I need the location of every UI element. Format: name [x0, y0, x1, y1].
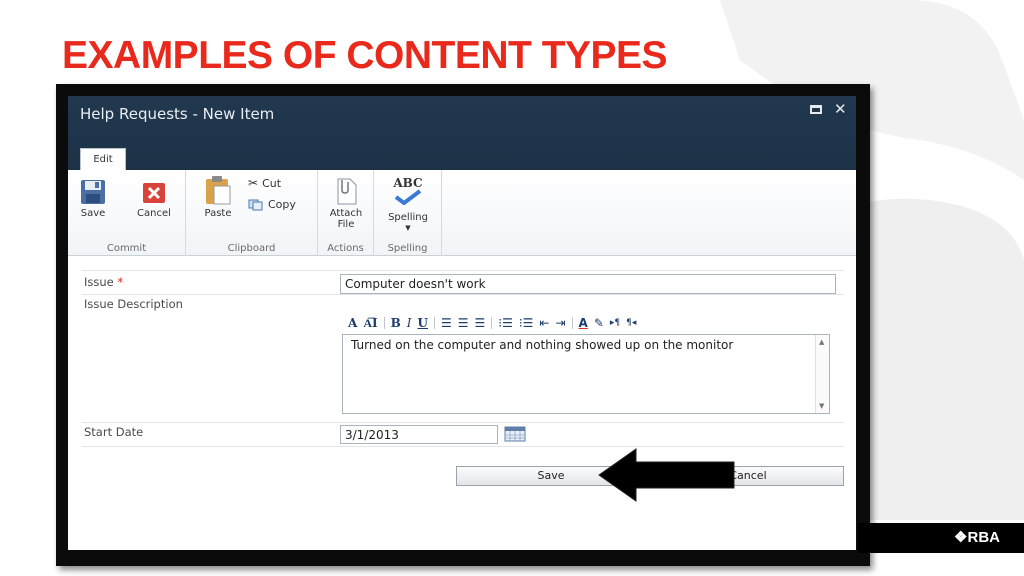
ribbon-paste-label: Paste: [204, 208, 232, 219]
issue-description-text: Turned on the computer and nothing showe…: [351, 338, 734, 352]
ltr-icon[interactable]: ▸¶: [610, 318, 620, 328]
issue-description-label: Issue Description: [84, 297, 183, 311]
italic-icon[interactable]: I: [407, 316, 412, 330]
toolbar-separator: [433, 317, 435, 329]
font-color-icon[interactable]: A: [579, 316, 588, 330]
form-divider: [82, 422, 844, 423]
spelling-icon-text: ABC: [393, 176, 423, 190]
group-label-actions: Actions: [327, 243, 364, 254]
save-icon: [81, 180, 105, 204]
start-date-label: Start Date: [84, 425, 144, 439]
ribbon-copy-label: Copy: [268, 198, 296, 211]
group-label-commit: Commit: [106, 243, 147, 254]
align-right-icon[interactable]: ☰: [475, 316, 486, 330]
align-center-icon[interactable]: ☰: [458, 316, 469, 330]
calendar-icon[interactable]: [504, 426, 526, 442]
align-left-icon[interactable]: ☰: [441, 316, 452, 330]
font-icon[interactable]: A: [348, 316, 357, 330]
ribbon-attach-label-2: File: [337, 219, 355, 230]
rba-logo: ❖RBA: [858, 523, 1024, 553]
ribbon-cut-label: Cut: [262, 176, 282, 190]
ribbon-spelling-button[interactable]: ABC Spelling ▼: [386, 176, 430, 234]
arrow-pointer: [598, 448, 735, 502]
form-divider: [82, 270, 844, 271]
close-icon[interactable]: ✕: [834, 100, 847, 118]
toolbar-separator: [383, 317, 385, 329]
issue-label-text: Issue: [84, 275, 114, 289]
issue-description-editor[interactable]: Turned on the computer and nothing showe…: [342, 334, 830, 414]
toolbar-separator: [571, 317, 573, 329]
ribbon-cut-button[interactable]: ✂ Cut: [248, 176, 281, 190]
ribbon-group-commit: Save Cancel Commit: [68, 170, 186, 256]
dialog-titlebar: Help Requests - New Item ✕ Edit: [68, 96, 856, 170]
bold-icon[interactable]: B: [391, 316, 401, 330]
group-label-spelling: Spelling: [387, 243, 428, 254]
ribbon-copy-button[interactable]: Copy: [248, 198, 296, 211]
numbered-list-icon[interactable]: ⁝☰: [498, 316, 513, 330]
maximize-icon[interactable]: [810, 105, 822, 114]
ribbon-attach-label-1: Attach: [329, 208, 363, 219]
group-label-clipboard: Clipboard: [227, 243, 276, 254]
cut-icon: ✂: [248, 176, 259, 190]
scroll-down-icon[interactable]: ▼: [819, 402, 824, 410]
slide-title: EXAMPLES OF CONTENT TYPES: [62, 34, 668, 77]
tab-edit[interactable]: Edit: [80, 148, 126, 170]
scroll-up-icon[interactable]: ▲: [819, 338, 824, 346]
required-mark: *: [117, 275, 124, 289]
attach-file-icon: [337, 178, 357, 205]
issue-label: Issue *: [84, 275, 123, 289]
form-divider: [82, 294, 844, 295]
decrease-indent-icon[interactable]: ⇤: [539, 316, 549, 330]
chevron-down-icon: ▼: [405, 224, 411, 232]
copy-icon: [248, 199, 263, 210]
ribbon-cancel-button[interactable]: Cancel: [134, 178, 174, 219]
highlight-icon[interactable]: ✎: [594, 316, 604, 330]
ribbon-save-label: Save: [80, 208, 106, 219]
increase-indent-icon[interactable]: ⇥: [555, 316, 565, 330]
start-date-input[interactable]: 3/1/2013: [340, 425, 498, 444]
ribbon-cancel-label: Cancel: [137, 208, 171, 219]
spelling-icon: ABC: [386, 176, 430, 208]
ribbon-spelling-label: Spelling: [388, 212, 428, 223]
ribbon-save-button[interactable]: Save: [78, 178, 108, 219]
editor-scrollbar[interactable]: ▲ ▼: [815, 335, 829, 413]
issue-input[interactable]: Computer doesn't work: [340, 274, 836, 294]
ribbon-group-clipboard: Paste ✂ Cut Copy Clipboard: [186, 170, 318, 256]
bullet-list-icon[interactable]: ⁝☰: [519, 316, 534, 330]
dialog-title: Help Requests - New Item: [80, 105, 275, 123]
cancel-icon: [143, 183, 165, 203]
paste-icon: [206, 176, 231, 205]
ribbon: Save Cancel Commit Paste ✂ Cut Copy Clip…: [68, 170, 856, 256]
font-size-icon[interactable]: A͞I: [363, 316, 377, 331]
underline-icon[interactable]: U: [418, 316, 428, 330]
ribbon-group-actions: Attach File Actions: [318, 170, 374, 256]
rich-text-toolbar: A A͞I B I U ☰ ☰ ☰ ⁝☰ ⁝☰ ⇤ ⇥ A ✎ ▸¶ ¶◂: [342, 314, 830, 332]
ribbon-attach-file-button[interactable]: Attach File: [326, 176, 366, 230]
rtl-icon[interactable]: ¶◂: [626, 318, 636, 328]
ribbon-paste-button[interactable]: Paste: [200, 174, 236, 219]
toolbar-separator: [491, 317, 493, 329]
ribbon-group-spelling: ABC Spelling ▼ Spelling: [374, 170, 442, 256]
